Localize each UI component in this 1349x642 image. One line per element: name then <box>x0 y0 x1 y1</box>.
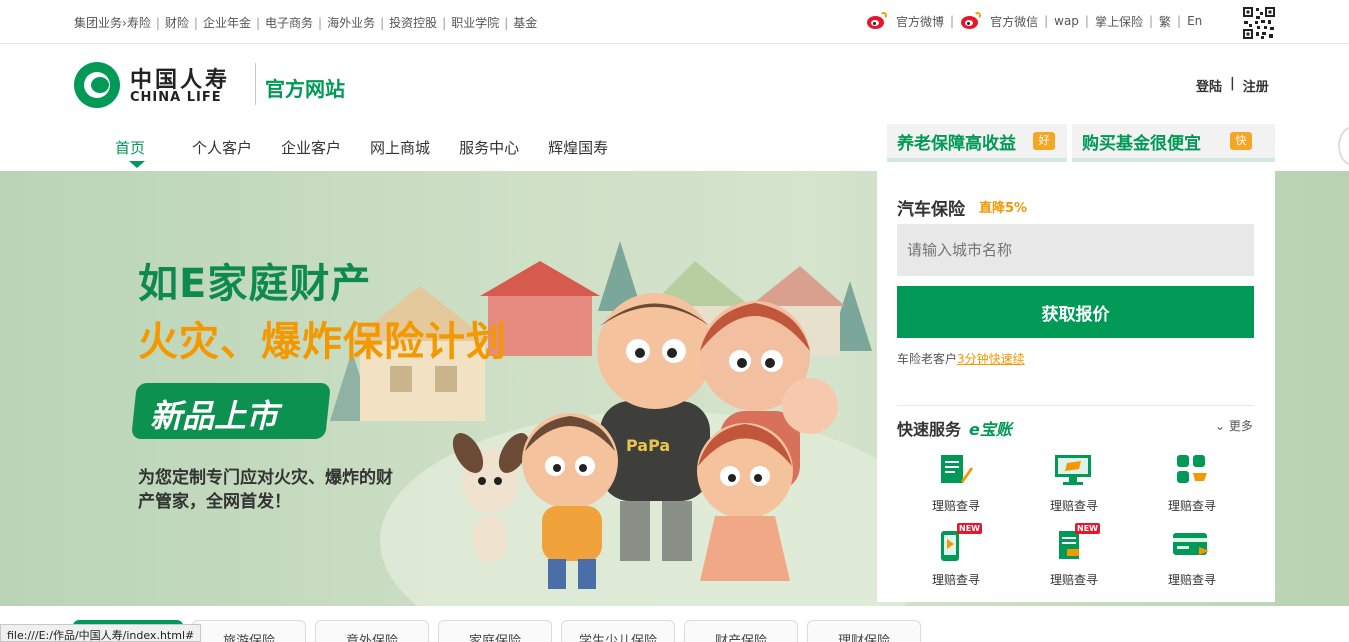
tab-wealth[interactable]: 理财保险 <box>807 620 921 642</box>
quick-service-title: 快速服务 e宝账 <box>897 416 1012 440</box>
service-label: 理赔查寻 <box>1167 499 1216 513</box>
login-link[interactable]: 登陆 <box>1196 76 1222 95</box>
weixin-icon[interactable] <box>960 12 982 30</box>
overseas-link[interactable]: 海外业务 <box>327 14 375 31</box>
nav-glory[interactable]: 辉煌国寿 <box>548 137 608 158</box>
renew-text: 车险老客户3分钟快速续 <box>897 350 1025 367</box>
banner-headline-1: 如E家庭财产 <box>138 261 372 307</box>
quick-renew-link[interactable]: 3分钟快速续 <box>957 352 1025 366</box>
pension-promo-label: 养老保障高收益 <box>897 133 1016 154</box>
tab-family[interactable]: 家庭保险 <box>438 620 552 642</box>
tab-property[interactable]: 财产保险 <box>684 620 798 642</box>
new-flag: NEW <box>1075 523 1100 534</box>
logo-divider <box>255 63 256 105</box>
grid-cart-icon <box>1177 455 1207 483</box>
panel-divider <box>897 405 1254 406</box>
weixin-link[interactable]: 官方微信 <box>990 13 1038 30</box>
pension-promo-tab[interactable]: 养老保障高收益 好 <box>887 124 1067 162</box>
fund-promo-tab[interactable]: 购买基金很便宜 快 <box>1072 124 1275 162</box>
enterprise-annuity-link[interactable]: 企业年金 <box>203 14 251 31</box>
service-grid: 理赔查寻 理赔查寻 理赔查寻 NEW 理赔查寻 NEW 理赔查寻 理赔查寻 <box>897 449 1254 593</box>
banner-subtext: 为您定制专门应对火灾、爆炸的财产管家，全网首发！ <box>138 468 393 512</box>
service-item[interactable]: 理赔查寻 <box>1133 449 1251 519</box>
life-insurance-link[interactable]: 寿险 <box>127 14 151 31</box>
register-link[interactable]: 注册 <box>1243 76 1269 95</box>
quick-service-label: 快速服务 <box>897 420 962 439</box>
insurance-category-tabs: 旅游保险 意外保险 家庭保险 学生少儿保险 财产保险 理财保险 <box>73 620 930 642</box>
service-label: 理赔查寻 <box>931 573 980 587</box>
get-quote-button[interactable]: 获取报价 <box>897 286 1254 338</box>
car-insurance-title: 汽车保险 <box>897 200 965 220</box>
car-insurance-panel: 汽车保险 直降5% 获取报价 车险老客户3分钟快速续 快速服务 e宝账 ⌄ 更多… <box>877 171 1275 602</box>
renew-prefix: 车险老客户 <box>897 352 958 366</box>
investment-link[interactable]: 投资控股 <box>389 14 437 31</box>
promo-tag-good: 好 <box>1033 132 1055 150</box>
service-item[interactable]: 理赔查寻 <box>897 449 1015 519</box>
service-label: 理赔查寻 <box>1049 573 1098 587</box>
english-link[interactable]: En <box>1187 14 1202 28</box>
mobile-insurance-link[interactable]: 掌上保险 <box>1095 13 1143 30</box>
new-product-text: 新品上市 <box>150 397 279 435</box>
nav-online-mall[interactable]: 网上商城 <box>370 137 430 158</box>
property-insurance-link[interactable]: 财险 <box>165 14 189 31</box>
tab-student-child[interactable]: 学生少儿保险 <box>561 620 675 642</box>
tab-accident[interactable]: 意外保险 <box>315 620 429 642</box>
service-label: 理赔查寻 <box>931 499 980 513</box>
logo-english[interactable]: CHINA LIFE <box>130 90 222 105</box>
nav-service-center[interactable]: 服务中心 <box>459 137 519 158</box>
more-link[interactable]: ⌄ 更多 <box>1215 417 1253 434</box>
traditional-chinese-link[interactable]: 繁 <box>1159 13 1171 30</box>
service-item[interactable]: 理赔查寻 <box>1133 523 1251 593</box>
china-life-logo-icon[interactable] <box>74 62 120 108</box>
browser-status-bar: file:///E:/作品/中国人寿/index.html# <box>0 624 202 642</box>
nav-home[interactable]: 首页 <box>115 137 146 168</box>
service-label: 理赔查寻 <box>1167 573 1216 587</box>
social-links: 官方微博 | 官方微信 | wap | 掌上保险 | 繁 | En <box>866 12 1202 30</box>
ebao-logo[interactable]: e宝账 <box>969 416 1012 440</box>
ecommerce-link[interactable]: 电子商务 <box>265 14 313 31</box>
document-pen-icon <box>941 455 973 483</box>
top-bar: 集团业务› 寿险 | 财险 | 企业年金 | 电子商务 | 海外业务 | 投资控… <box>0 0 1349 44</box>
new-flag: NEW <box>957 523 982 534</box>
city-input[interactable] <box>897 224 1254 276</box>
svg-text:PaPa: PaPa <box>626 436 670 455</box>
nav-enterprise[interactable]: 企业客户 <box>281 137 341 158</box>
service-item[interactable]: NEW 理赔查寻 <box>897 523 1015 593</box>
family-illustration: PaPa <box>452 293 838 589</box>
side-float-button[interactable] <box>1338 126 1349 166</box>
college-link[interactable]: 职业学院 <box>451 14 499 31</box>
auth-links: 登陆 | 注册 <box>1196 76 1269 95</box>
tab-travel[interactable]: 旅游保险 <box>192 620 306 642</box>
service-label: 理赔查寻 <box>1049 499 1098 513</box>
weibo-link[interactable]: 官方微博 <box>896 13 944 30</box>
monitor-icon <box>1055 455 1091 485</box>
qr-code-icon[interactable] <box>1242 6 1276 40</box>
service-item[interactable]: NEW 理赔查寻 <box>1015 523 1133 593</box>
main-nav: 首页 个人客户 企业客户 网上商城 服务中心 辉煌国寿 <box>105 137 637 168</box>
site-name: 官方网站 <box>265 77 345 101</box>
card-arrow-icon <box>1173 533 1209 555</box>
service-item[interactable]: 理赔查寻 <box>1015 449 1133 519</box>
fund-link[interactable]: 基金 <box>513 14 537 31</box>
discount-badge: 直降5% <box>979 201 1028 216</box>
wap-link[interactable]: wap <box>1054 14 1079 28</box>
fund-promo-label: 购买基金很便宜 <box>1082 133 1201 154</box>
nav-personal[interactable]: 个人客户 <box>192 137 252 158</box>
promo-tag-fast: 快 <box>1230 132 1252 150</box>
group-links: 集团业务› 寿险 | 财险 | 企业年金 | 电子商务 | 海外业务 | 投资控… <box>74 14 538 31</box>
group-business-link[interactable]: 集团业务› <box>74 14 127 31</box>
weibo-icon[interactable] <box>866 12 888 30</box>
